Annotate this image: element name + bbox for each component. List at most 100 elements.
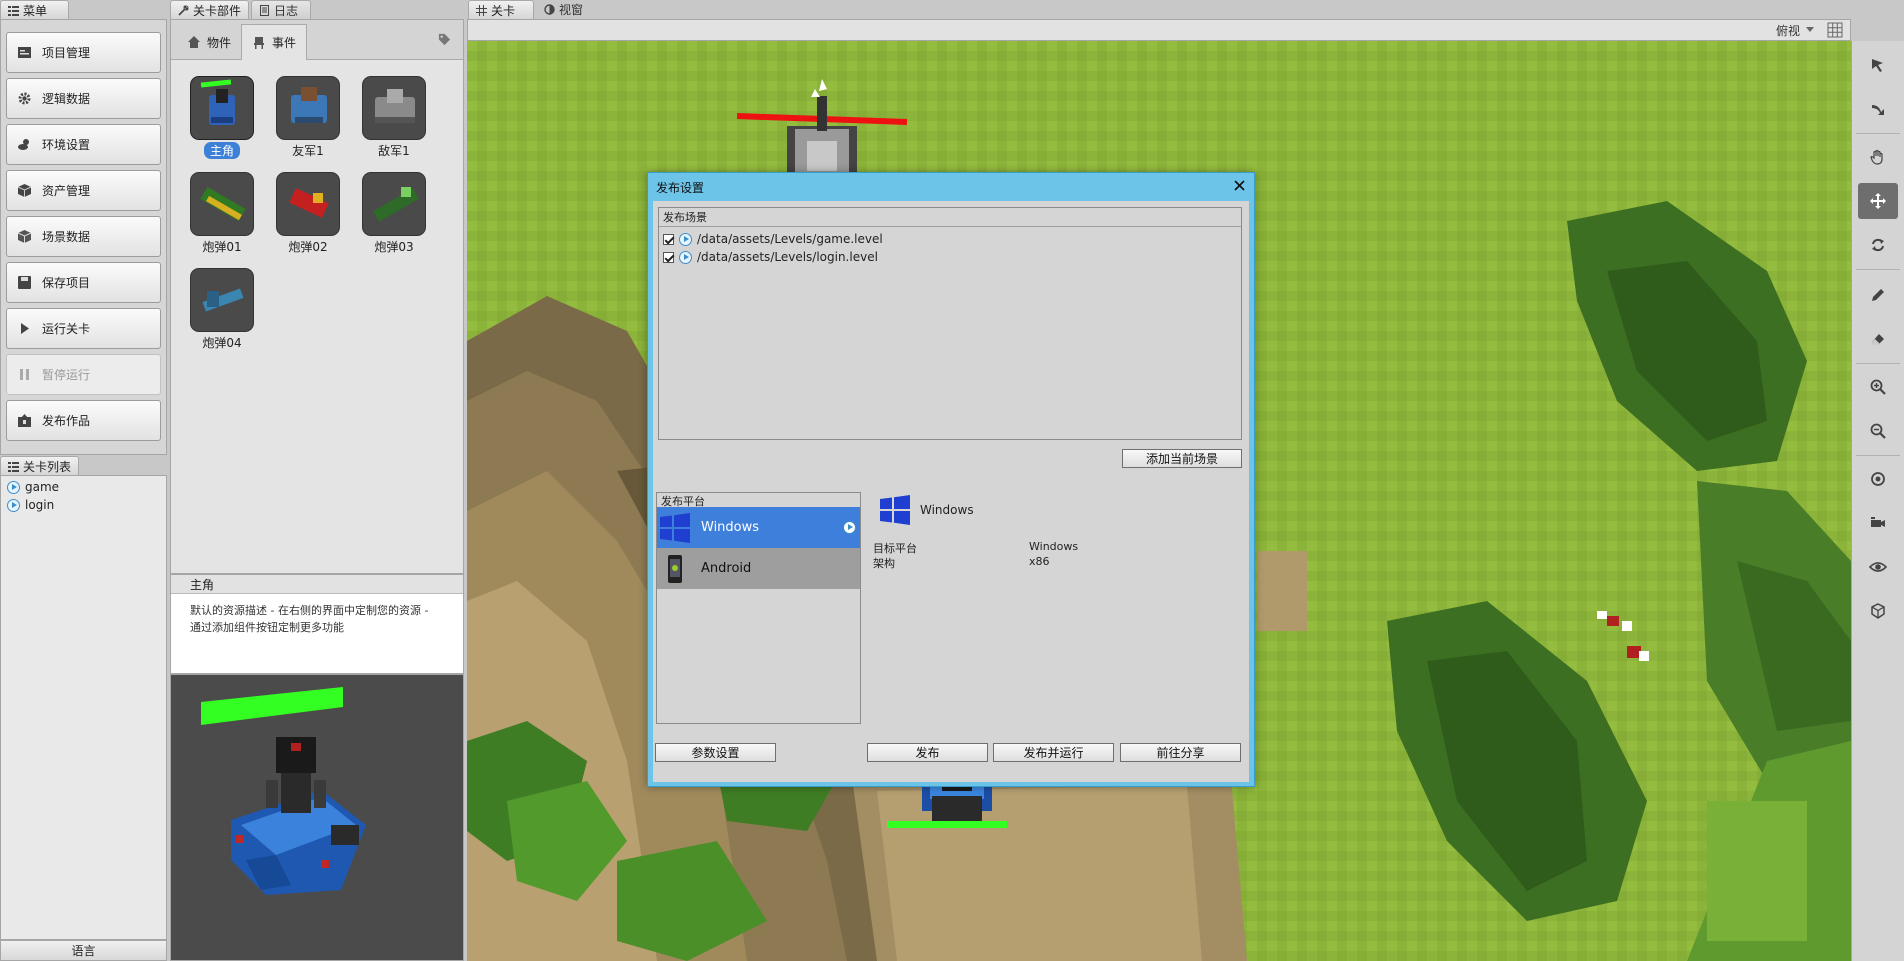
tab-menu[interactable]: 菜单: [0, 0, 69, 19]
tag-icon[interactable]: [438, 33, 451, 46]
part-item-enemy1[interactable]: 敌军1: [361, 76, 427, 159]
shell03-thumbnail: [362, 172, 426, 236]
ally1-thumbnail: [276, 76, 340, 140]
publish-button[interactable]: 发布: [867, 743, 988, 762]
chair-icon: [254, 36, 264, 49]
platform-item-android[interactable]: Android: [657, 548, 860, 589]
level-list: game login: [0, 475, 167, 940]
asset-manage-button[interactable]: 资产管理: [6, 170, 161, 211]
redo-tool[interactable]: [1858, 91, 1898, 127]
zoom-out-tool[interactable]: [1858, 413, 1898, 449]
project-manage-button[interactable]: 项目管理: [6, 32, 161, 73]
pan-tool[interactable]: [1858, 139, 1898, 175]
model-preview[interactable]: [170, 674, 464, 961]
level-icon: [679, 232, 692, 246]
tab-log[interactable]: 日志: [251, 0, 311, 19]
focus-tool[interactable]: [1858, 461, 1898, 497]
view-mode-select[interactable]: 俯视: [1776, 22, 1814, 38]
move-tool[interactable]: [1858, 183, 1898, 219]
view-mode-label: 俯视: [1775, 23, 1800, 38]
rotate-tool[interactable]: [1858, 227, 1898, 263]
scene-path: /data/assets/Levels/game.level: [697, 232, 883, 246]
scene-item[interactable]: /data/assets/Levels/game.level: [659, 230, 1241, 248]
eraser-icon: [1872, 334, 1884, 345]
scene-list: /data/assets/Levels/game.level /data/ass…: [659, 230, 1241, 266]
scene-header: 俯视: [467, 19, 1851, 41]
tab-level-list-label: 关卡列表: [23, 459, 72, 474]
publish-icon: [18, 414, 31, 427]
add-current-scene-button[interactable]: 添加当前场景: [1122, 449, 1242, 468]
subtab-events[interactable]: 事件: [241, 24, 308, 60]
camera-tool[interactable]: [1858, 505, 1898, 541]
grid-toggle-icon[interactable]: [1826, 22, 1844, 38]
param-settings-button[interactable]: 参数设置: [655, 743, 776, 762]
subtab-objects[interactable]: 物件: [177, 24, 241, 60]
part-item-shell04[interactable]: 炮弹04: [189, 268, 255, 351]
tab-log-label: 日志: [274, 3, 299, 18]
shell02-thumbnail: [276, 172, 340, 236]
part-item-shell02[interactable]: 炮弹02: [275, 172, 341, 255]
go-share-button[interactable]: 前往分享: [1120, 743, 1241, 762]
part-item-hero[interactable]: 主角: [189, 76, 255, 159]
logic-data-button[interactable]: 逻辑数据: [6, 78, 161, 119]
brush-tool[interactable]: [1858, 277, 1898, 313]
visibility-tool[interactable]: [1858, 549, 1898, 585]
tab-menu-label: 菜单: [23, 3, 48, 18]
weather-icon: [18, 139, 29, 150]
tab-parts[interactable]: 关卡部件: [170, 0, 249, 19]
chevron-down-icon: [1806, 27, 1814, 32]
tab-level-list[interactable]: 关卡列表: [0, 456, 79, 475]
description-title: 主角: [171, 575, 463, 594]
eraser-tool[interactable]: [1858, 321, 1898, 357]
play-icon: [21, 323, 29, 334]
publish-and-run-button[interactable]: 发布并运行: [993, 743, 1114, 762]
tab-level-label: 关卡: [491, 3, 516, 18]
close-button[interactable]: [1230, 176, 1248, 194]
part-label: 炮弹03: [374, 240, 414, 254]
part-item-shell01[interactable]: 炮弹01: [189, 172, 255, 255]
tab-level[interactable]: 关卡: [468, 0, 534, 19]
zoom-in-tool[interactable]: [1858, 369, 1898, 405]
parts-panel: 物件 事件 主角 友军1 敌军1 炮弹01 炮弹02 炮弹03 炮弹04: [170, 19, 464, 574]
environment-settings-button[interactable]: 环境设置: [6, 124, 161, 165]
cube-icon: [1871, 603, 1885, 619]
object-tool[interactable]: [1858, 593, 1898, 629]
environment-settings-label: 环境设置: [42, 138, 91, 152]
hand-icon: [1870, 149, 1883, 165]
scene-checkbox[interactable]: [663, 233, 674, 245]
level-item-game[interactable]: game: [1, 478, 166, 496]
folder-icon: [18, 47, 31, 58]
part-label: 友军1: [292, 144, 324, 158]
pause-run-button[interactable]: 暂停运行: [6, 354, 161, 395]
tools-toolbar: [1851, 41, 1904, 961]
save-icon: [18, 276, 31, 289]
main-menu: 项目管理 逻辑数据 环境设置 资产管理 场景数据 保存项目 运行关卡 暂停运行 …: [0, 19, 167, 455]
scene-item[interactable]: /data/assets/Levels/login.level: [659, 248, 1241, 266]
level-item-login[interactable]: login: [1, 496, 166, 514]
tab-view[interactable]: 视窗: [537, 0, 597, 19]
run-level-button[interactable]: 运行关卡: [6, 308, 161, 349]
scene-checkbox[interactable]: [663, 251, 674, 263]
target-icon: [1871, 472, 1885, 486]
part-label: 炮弹04: [202, 336, 242, 350]
select-tool[interactable]: [1858, 47, 1898, 83]
list-icon: [8, 461, 19, 472]
save-project-button[interactable]: 保存项目: [6, 262, 161, 303]
document-icon: [260, 4, 269, 16]
param-settings-label: 参数设置: [691, 746, 740, 760]
part-item-ally1[interactable]: 友军1: [275, 76, 341, 159]
part-item-shell03[interactable]: 炮弹03: [361, 172, 427, 255]
publish-work-label: 发布作品: [42, 414, 91, 428]
project-manage-label: 项目管理: [42, 46, 91, 60]
level-item-label: game: [25, 480, 60, 494]
windows-logo-icon: [660, 512, 690, 543]
info-key: 目标平台: [873, 542, 917, 555]
pause-run-label: 暂停运行: [42, 368, 91, 382]
scene-data-label: 场景数据: [42, 230, 91, 244]
description-panel: 主角 默认的资源描述 - 在右侧的界面中定制您的资源 - 通过添加组件按钮定制更…: [170, 574, 464, 674]
tools-icon: [178, 4, 189, 16]
language-button[interactable]: 语言: [0, 940, 167, 961]
platform-item-windows[interactable]: Windows: [657, 507, 860, 548]
scene-data-button[interactable]: 场景数据: [6, 216, 161, 257]
publish-work-button[interactable]: 发布作品: [6, 400, 161, 441]
